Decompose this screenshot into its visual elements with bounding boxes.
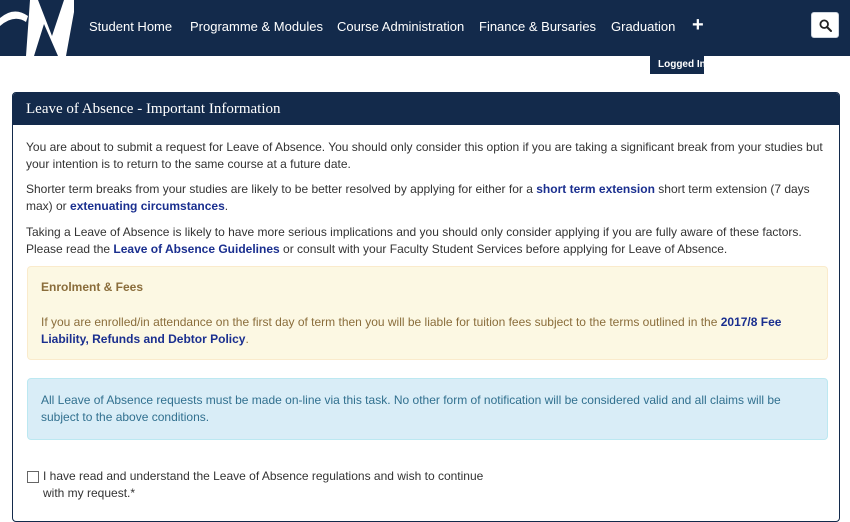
extenuating-circumstances-link[interactable]: extenuating circumstances xyxy=(70,199,225,213)
short-term-extension-link[interactable]: short term extension xyxy=(536,182,655,196)
search-icon xyxy=(819,19,832,32)
nav-graduation[interactable]: Graduation xyxy=(611,19,675,34)
search-button[interactable] xyxy=(811,12,839,38)
nav-programme-modules[interactable]: Programme & Modules xyxy=(190,19,323,34)
plus-icon[interactable]: + xyxy=(692,14,704,37)
logged-in-badge: Logged In xyxy=(650,56,704,74)
nav-course-administration[interactable]: Course Administration xyxy=(337,19,464,34)
panel-heading: Leave of Absence - Important Information xyxy=(13,93,839,125)
online-requests-info-alert: All Leave of Absence requests must be ma… xyxy=(27,378,828,440)
top-navigation-bar: Student Home Programme & Modules Course … xyxy=(0,0,850,56)
shorter-breaks-paragraph: Shorter term breaks from your studies ar… xyxy=(26,182,810,213)
nav-student-home[interactable]: Student Home xyxy=(89,19,172,34)
info-text: All Leave of Absence requests must be ma… xyxy=(41,393,781,424)
alert-title: Enrolment & Fees xyxy=(41,280,144,294)
intro-paragraph: You are about to submit a request for Le… xyxy=(26,140,823,171)
logo-icon[interactable] xyxy=(0,0,74,56)
leave-of-absence-guidelines-link[interactable]: Leave of Absence Guidelines xyxy=(113,242,279,256)
nav-finance-bursaries[interactable]: Finance & Bursaries xyxy=(479,19,596,34)
enrolment-fees-alert: Enrolment & Fees If you are enrolled/in … xyxy=(27,266,828,360)
consent-label: I have read and understand the Leave of … xyxy=(43,469,484,500)
alert-text: If you are enrolled/in attendance on the… xyxy=(41,315,782,346)
leave-of-absence-panel: Leave of Absence - Important Information… xyxy=(12,92,840,522)
consent-checkbox[interactable] xyxy=(27,471,39,483)
implications-paragraph: Taking a Leave of Absence is likely to h… xyxy=(26,225,802,256)
